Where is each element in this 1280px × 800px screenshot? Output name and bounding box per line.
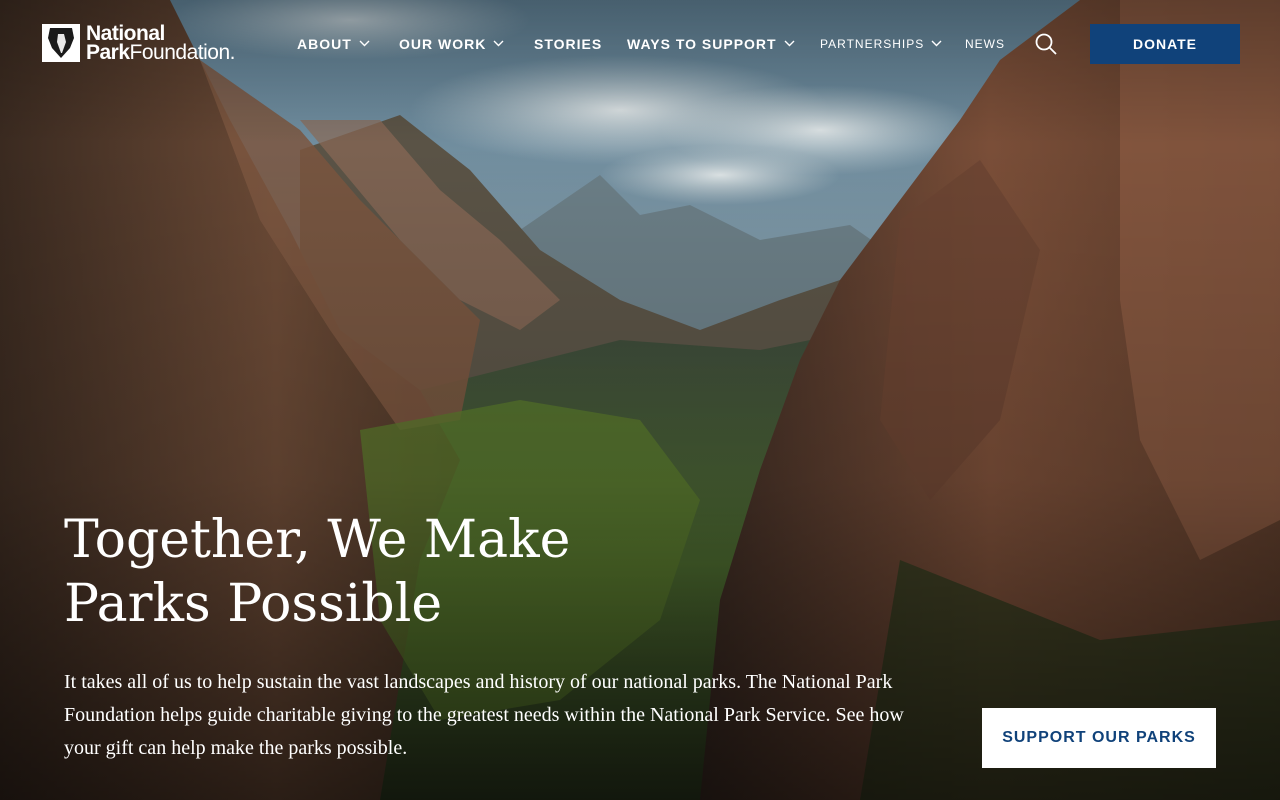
nav-item-ways-to-support[interactable]: WAYS TO SUPPORT: [627, 36, 795, 52]
nav-item-stories[interactable]: STORIES: [534, 36, 602, 52]
search-icon: [1035, 33, 1057, 55]
hero-title-line1: Together, We Make: [64, 510, 571, 570]
logo-link[interactable]: National ParkFoundation.: [42, 23, 236, 66]
chevron-down-icon: [493, 40, 504, 47]
nav-item-about[interactable]: ABOUT: [297, 36, 370, 52]
nav-label: NEWS: [965, 37, 1005, 51]
hero-description: It takes all of us to help sustain the v…: [64, 671, 904, 759]
hero-title-line2: Parks Possible: [64, 574, 443, 634]
donate-button[interactable]: DONATE: [1090, 24, 1240, 64]
arrowhead-icon: [42, 24, 80, 62]
nav-label: WAYS TO SUPPORT: [627, 36, 777, 52]
support-our-parks-button[interactable]: SUPPORT OUR PARKS: [982, 708, 1216, 768]
hero-title: Together, We Make Parks Possible: [64, 508, 684, 636]
brand-line2: ParkFoundation.: [86, 41, 236, 64]
nav-item-partnerships[interactable]: PARTNERSHIPS: [820, 37, 942, 51]
nav-label: ABOUT: [297, 36, 352, 52]
nav-item-news[interactable]: NEWS: [965, 37, 1005, 51]
search-button[interactable]: [1034, 32, 1058, 56]
chevron-down-icon: [931, 40, 942, 47]
brand-line2-bold: Park: [86, 41, 130, 64]
nav-item-our-work[interactable]: OUR WORK: [399, 36, 504, 52]
nav-label: STORIES: [534, 36, 603, 52]
nav-label: PARTNERSHIPS: [820, 37, 925, 51]
chevron-down-icon: [359, 40, 370, 47]
brand-line2-regular: Foundation.: [129, 41, 236, 64]
brand-wordmark: National ParkFoundation.: [86, 23, 236, 64]
site-header: National ParkFoundation. ABOUT OUR WORK …: [0, 0, 1280, 90]
nav-label: OUR WORK: [399, 36, 487, 52]
chevron-down-icon: [784, 40, 795, 47]
hero-section: National ParkFoundation. ABOUT OUR WORK …: [0, 0, 1280, 800]
